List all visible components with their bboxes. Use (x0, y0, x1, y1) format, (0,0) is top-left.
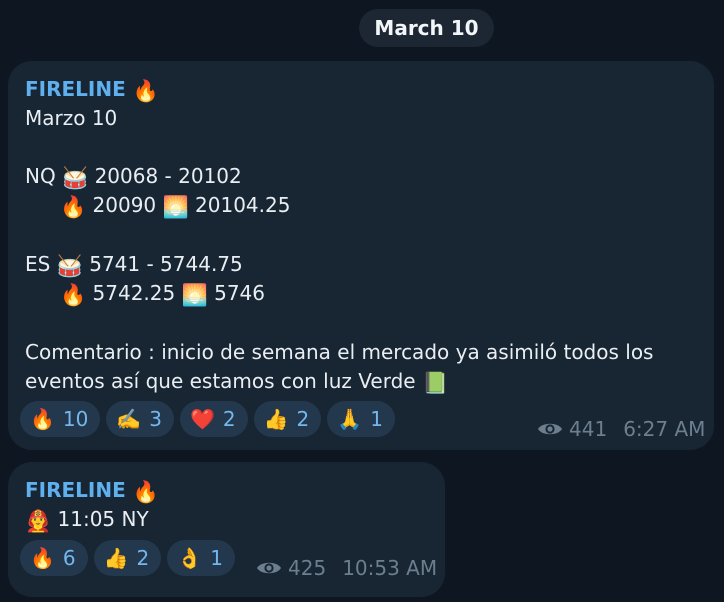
view-count: 425 (288, 556, 327, 580)
message-meta: 441 6:27 AM (537, 417, 705, 441)
thumbs-up-icon: 👍 (103, 546, 129, 570)
drum-icon: 🥁 (62, 166, 89, 190)
message-text: NQ (25, 164, 56, 188)
message-line: Marzo 10 (25, 106, 117, 130)
reaction-count: 10 (62, 407, 89, 431)
eye-icon (257, 562, 281, 574)
message-line: 👨‍🚒 11:05 NY (25, 507, 149, 532)
message-bubble[interactable]: FIRELINE 🔥 👨‍🚒 11:05 NY 🔥 6 👍 2 👌 1 (8, 462, 445, 597)
fire-icon: 🔥 (30, 546, 55, 570)
message-meta: 425 10:53 AM (256, 556, 437, 580)
message-text: 5742.25 (92, 281, 176, 305)
writing-hand-icon: ✍️ (116, 407, 142, 431)
sender-label: FIRELINE (25, 77, 126, 101)
message-line: Comentario : inicio de semana el mercado… (25, 340, 653, 364)
reaction-count: 2 (136, 546, 150, 570)
book-icon: 📗 (421, 371, 449, 395)
message-time: 6:27 AM (623, 417, 706, 441)
message-line: 🔥 20090 🌅 20104.25 (60, 193, 290, 218)
message-text: 20068 - 20102 (94, 164, 242, 188)
sender-label: FIRELINE (25, 478, 126, 502)
reaction-count: 6 (62, 546, 76, 570)
message-text: eventos así que estamos con luz Verde (25, 369, 416, 393)
pray-icon: 🙏 (337, 407, 363, 431)
reaction-count: 1 (210, 546, 223, 570)
date-separator: March 10 (359, 9, 494, 47)
message-text: Comentario : inicio de semana el mercado… (25, 340, 654, 364)
heart-icon: ❤️ (190, 407, 215, 431)
message-text: 5746 (214, 281, 266, 305)
reaction-fire[interactable]: 🔥 6 (20, 540, 88, 576)
message-text: 5741 - 5744.75 (89, 252, 243, 276)
message-text: 11:05 NY (57, 507, 149, 531)
message-bubble[interactable]: FIRELINE 🔥 Marzo 10 NQ 🥁 20068 - 20102 🔥… (8, 61, 714, 450)
message-line: NQ 🥁 20068 - 20102 (25, 164, 242, 189)
chat-view: March 10 FIRELINE 🔥 Marzo 10 NQ 🥁 20068 … (0, 0, 724, 602)
reaction-count: 1 (370, 407, 383, 431)
reaction-count: 3 (149, 407, 162, 431)
reactions-bar: 🔥 6 👍 2 👌 1 (20, 540, 235, 576)
fire-icon: 🔥 (60, 283, 87, 307)
reaction-pray[interactable]: 🙏 1 (327, 401, 395, 437)
thumbs-up-icon: 👍 (263, 407, 289, 431)
message-line: ES 🥁 5741 - 5744.75 (25, 252, 243, 277)
reaction-writing-hand[interactable]: ✍️ 3 (106, 401, 174, 437)
reaction-count: 2 (296, 407, 310, 431)
message-line: 🔥 5742.25 🌅 5746 (60, 281, 265, 306)
view-count: 441 (569, 417, 608, 441)
fire-icon: 🔥 (132, 480, 159, 504)
reaction-ok-hand[interactable]: 👌 1 (167, 540, 235, 576)
reaction-thumbs-up[interactable]: 👍 2 (253, 401, 322, 437)
fire-icon: 🔥 (132, 79, 159, 103)
message-text: ES (25, 252, 51, 276)
fire-icon: 🔥 (60, 195, 87, 219)
sunset-icon: 🌅 (181, 283, 208, 307)
sender-name[interactable]: FIRELINE 🔥 (25, 77, 159, 102)
sender-name[interactable]: FIRELINE 🔥 (25, 478, 159, 503)
message-text: 20090 (92, 193, 157, 217)
eye-icon (538, 423, 562, 435)
fire-icon: 🔥 (30, 407, 55, 431)
ok-hand-icon: 👌 (177, 546, 203, 570)
drum-icon: 🥁 (56, 254, 83, 278)
message-time: 10:53 AM (342, 556, 438, 580)
message-text: Marzo 10 (25, 106, 118, 130)
sunset-icon: 🌅 (162, 195, 189, 219)
reaction-count: 2 (222, 407, 236, 431)
message-line: eventos así que estamos con luz Verde 📗 (25, 369, 448, 394)
reaction-thumbs-up[interactable]: 👍 2 (93, 540, 162, 576)
firefighter-icon: 👨‍🚒 (25, 509, 52, 533)
message-text: 20104.25 (195, 193, 291, 217)
reaction-heart[interactable]: ❤️ 2 (180, 401, 248, 437)
reactions-bar: 🔥 10 ✍️ 3 ❤️ 2 👍 2 🙏 1 (20, 401, 395, 437)
date-label: March 10 (374, 16, 479, 40)
reaction-fire[interactable]: 🔥 10 (20, 401, 101, 437)
